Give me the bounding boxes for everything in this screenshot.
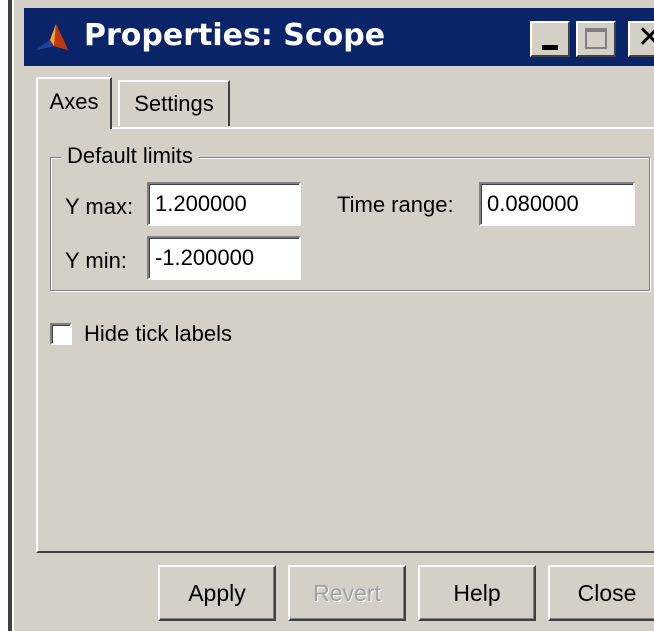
time-range-input[interactable] bbox=[479, 182, 635, 226]
window-title: Properties: Scope bbox=[84, 18, 386, 53]
axes-tab-panel: Default limits Y max: Y min: Time range:… bbox=[36, 127, 654, 553]
minimize-button[interactable] bbox=[530, 21, 570, 57]
default-limits-title: Default limits bbox=[61, 142, 199, 170]
help-button[interactable]: Help bbox=[418, 565, 536, 621]
ymax-input[interactable] bbox=[147, 182, 301, 226]
maximize-button[interactable] bbox=[576, 21, 616, 57]
hide-tick-labels-label[interactable]: Hide tick labels bbox=[84, 321, 232, 347]
maximize-icon bbox=[585, 28, 607, 49]
title-bar[interactable]: Properties: Scope ✕ bbox=[24, 8, 654, 66]
properties-dialog: Properties: Scope ✕ Axes Settings Defaul… bbox=[12, 0, 654, 631]
close-button[interactable]: Close bbox=[548, 565, 654, 621]
close-window-button[interactable]: ✕ bbox=[628, 20, 654, 57]
ymax-label: Y max: bbox=[65, 194, 134, 219]
default-limits-group: Default limits Y max: Y min: Time range: bbox=[50, 142, 650, 291]
close-icon: ✕ bbox=[637, 20, 654, 55]
ymin-label: Y min: bbox=[65, 248, 127, 273]
apply-button[interactable]: Apply bbox=[158, 565, 276, 621]
tab-axes[interactable]: Axes bbox=[36, 77, 112, 129]
minimize-icon bbox=[542, 45, 558, 50]
matlab-icon bbox=[36, 24, 68, 50]
ymin-input[interactable] bbox=[147, 236, 301, 280]
revert-button[interactable]: Revert bbox=[288, 565, 406, 621]
hide-tick-labels-checkbox[interactable] bbox=[50, 323, 72, 345]
time-range-label: Time range: bbox=[337, 192, 454, 217]
tab-settings[interactable]: Settings bbox=[118, 80, 230, 126]
